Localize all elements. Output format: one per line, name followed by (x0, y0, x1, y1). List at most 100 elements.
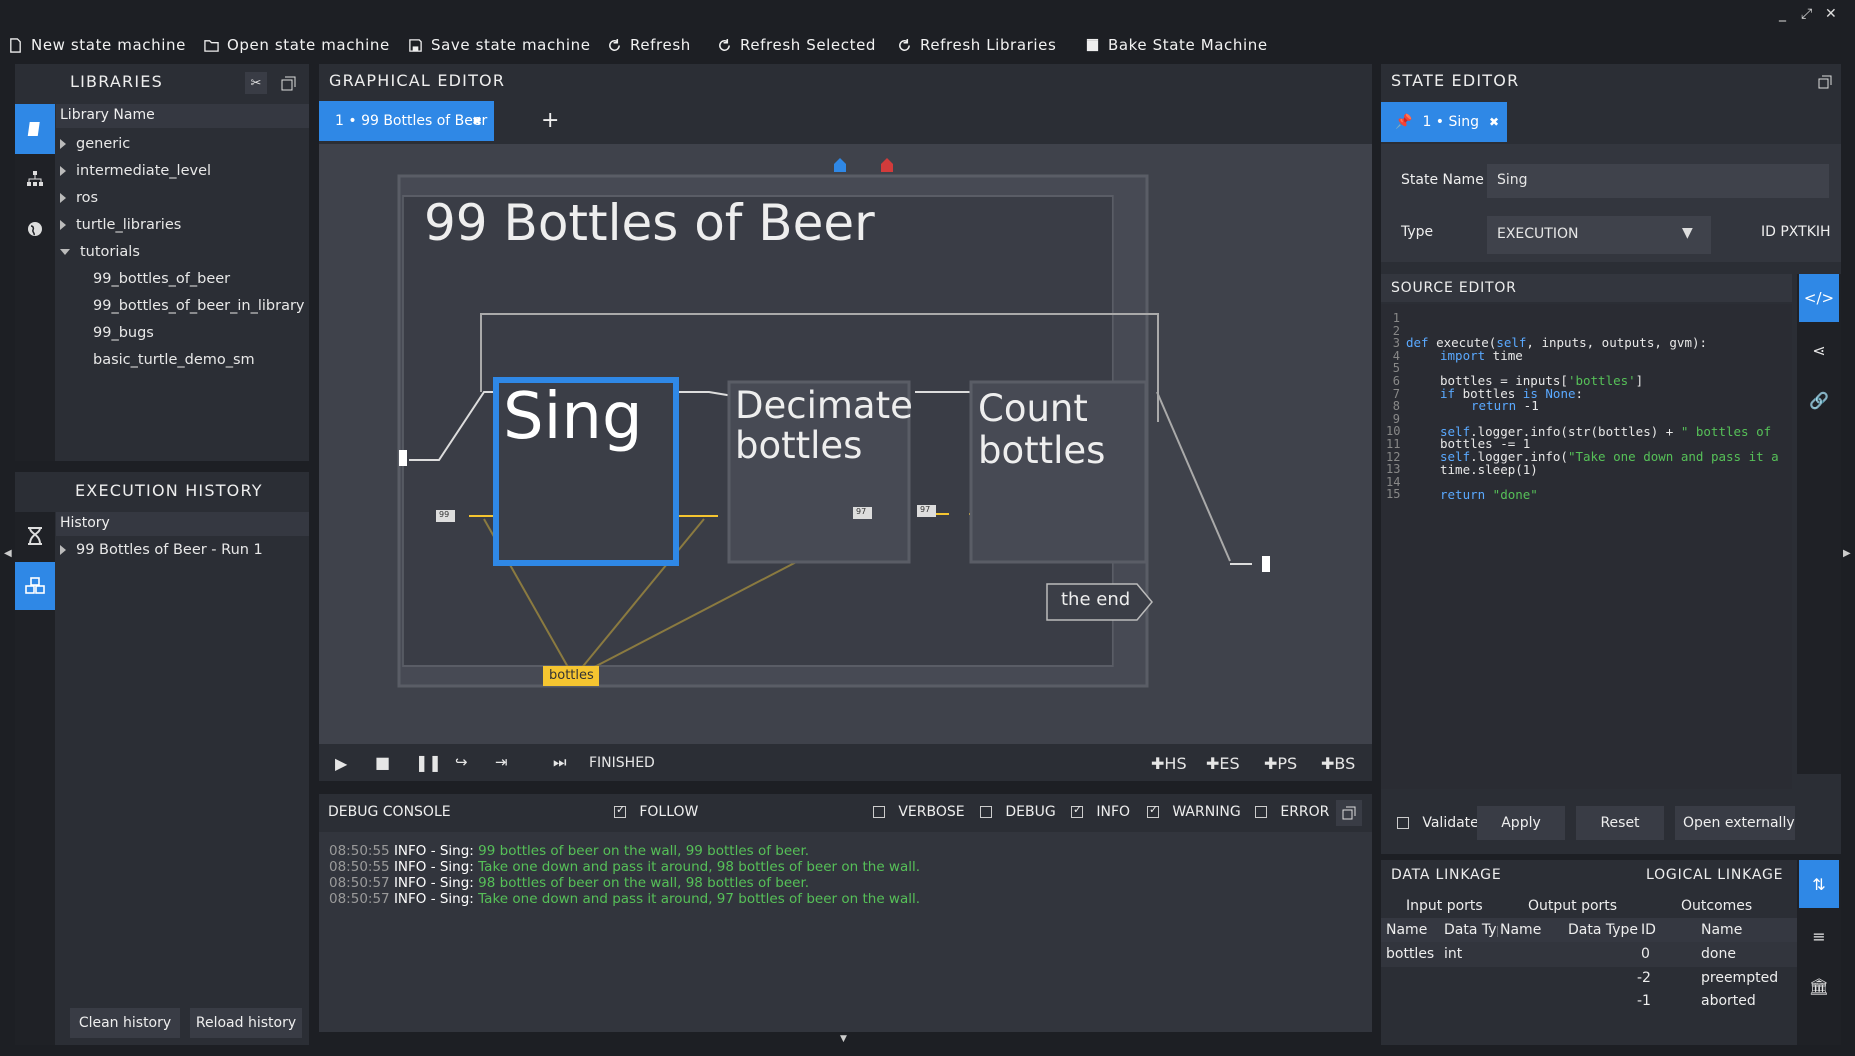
library-child-item[interactable]: 99_bugs (93, 325, 154, 341)
close-tab-icon[interactable]: ✖ (472, 114, 482, 128)
tab-99-bottles[interactable]: 1 • 99 Bottles of Beer ✖ (319, 101, 494, 141)
history-run-item[interactable]: 99 Bottles of Beer - Run 1 (60, 542, 263, 558)
scoped-variable-label[interactable]: bottles (549, 668, 594, 683)
library-book-tab[interactable] (15, 104, 55, 154)
open-externally-button[interactable]: Open externally (1675, 806, 1795, 840)
description-tab[interactable]: ≡ (1799, 912, 1839, 960)
add-es-button[interactable]: ✚ES (1206, 754, 1240, 773)
add-bs-button[interactable]: ✚BS (1321, 754, 1355, 773)
input-port-name[interactable]: bottles (1386, 946, 1434, 962)
minimize-icon[interactable]: _ (1779, 6, 1786, 22)
pin-icon[interactable]: ✂ (245, 72, 267, 94)
apply-button[interactable]: Apply (1477, 806, 1565, 840)
verbose-checkbox[interactable]: VERBOSE (873, 804, 965, 820)
collapse-bottom-icon[interactable]: ▼ (840, 1034, 847, 1044)
refresh-selected-button[interactable]: Refresh Selected (717, 36, 876, 54)
library-child-item[interactable]: basic_turtle_demo_sm (93, 352, 255, 368)
add-tab-icon[interactable]: + (541, 108, 559, 133)
state-end-label[interactable]: the end (1061, 589, 1130, 610)
state-count-label[interactable]: Count bottles (978, 388, 1105, 472)
outcomes-tab[interactable]: Outcomes (1681, 898, 1752, 914)
tab-sing[interactable]: 📌 1 • Sing ✖ (1381, 102, 1507, 142)
log-source: INFO - Sing: (393, 875, 474, 891)
add-hs-button[interactable]: ✚HS (1151, 754, 1187, 773)
pin-tab-icon[interactable]: 📌 (1395, 114, 1412, 130)
library-child-item[interactable]: 99_bottles_of_beer (93, 271, 230, 287)
save-state-machine-button[interactable]: Save state machine (408, 36, 591, 54)
library-child-item[interactable]: 99_bottles_of_beer_in_library (93, 298, 305, 314)
undock-icon[interactable] (277, 72, 299, 94)
library-tree-tab[interactable] (15, 154, 55, 204)
library-item-generic[interactable]: generic (60, 136, 130, 152)
refresh-button[interactable]: Refresh (607, 36, 691, 54)
count-line-1: Count (978, 387, 1088, 430)
new-state-machine-button[interactable]: New state machine (8, 36, 186, 54)
bake-state-machine-button[interactable]: Bake State Machine (1085, 36, 1268, 54)
clean-history-button[interactable]: Clean history (70, 1008, 180, 1038)
history-hourglass-tab[interactable] (15, 512, 55, 560)
library-item-intermediate-level[interactable]: intermediate_level (60, 163, 211, 179)
share-tab[interactable]: ⋖ (1799, 326, 1839, 374)
refresh-selected-label: Refresh Selected (740, 36, 877, 54)
semantic-tab[interactable]: 🏛 (1799, 962, 1839, 1010)
stop-icon[interactable]: ■ (375, 753, 390, 772)
step-over-icon[interactable]: ↪ (455, 753, 468, 771)
close-icon[interactable]: ✕ (1825, 6, 1837, 22)
add-es-label: ES (1219, 754, 1240, 773)
library-item-ros[interactable]: ros (60, 190, 98, 206)
pause-icon[interactable]: ❚❚ (415, 753, 442, 772)
output-ports-tab[interactable]: Output ports (1528, 898, 1617, 914)
input-ports-tab[interactable]: Input ports (1406, 898, 1483, 914)
add-ps-button[interactable]: ✚PS (1264, 754, 1297, 773)
outcome-name[interactable]: done (1701, 946, 1736, 962)
input-port-type[interactable]: int (1444, 946, 1462, 962)
source-editor-title: SOURCE EDITOR (1391, 280, 1517, 296)
outcome-id[interactable]: 0 (1641, 946, 1650, 962)
decimate-line-2: bottles (735, 424, 863, 467)
state-decimate-label[interactable]: Decimate bottles (735, 386, 913, 466)
state-machine-title: 99 Bottles of Beer (424, 194, 875, 252)
outcome-id[interactable]: -1 (1637, 993, 1651, 1009)
outcome-name[interactable]: aborted (1701, 993, 1756, 1009)
run-to-end-icon[interactable]: ⏭ (553, 753, 567, 771)
link-tab[interactable]: 🔗 (1799, 376, 1839, 424)
library-globe-tab[interactable] (15, 204, 55, 254)
outcome-id[interactable]: -2 (1637, 970, 1651, 986)
reload-history-button[interactable]: Reload history (190, 1008, 302, 1038)
share-icon: ⋖ (1812, 340, 1826, 360)
source-code-tab[interactable]: </> (1799, 274, 1839, 322)
play-icon[interactable]: ▶ (335, 754, 347, 773)
outcome-name[interactable]: preempted (1701, 970, 1778, 986)
debug-checkbox[interactable]: DEBUG (980, 804, 1056, 820)
type-select[interactable]: EXECUTION ▼ (1487, 216, 1711, 254)
warning-checkbox[interactable]: WARNING (1147, 803, 1241, 820)
decimate-line-1: Decimate (735, 384, 913, 427)
close-tab-icon[interactable]: ✖ (1489, 115, 1499, 129)
reset-button[interactable]: Reset (1576, 806, 1664, 840)
follow-checkbox[interactable]: FOLLOW (614, 803, 698, 820)
graph-canvas[interactable]: 99 Bottles of Beer Sing Decimate bottles … (319, 144, 1372, 748)
library-item-tutorials[interactable]: tutorials (60, 244, 140, 260)
add-hs-label: HS (1164, 754, 1187, 773)
library-item-turtle-libraries[interactable]: turtle_libraries (60, 217, 181, 233)
collapse-left-icon[interactable]: ◀ (4, 548, 12, 559)
collapse-right-icon[interactable]: ▶ (1843, 548, 1851, 559)
book-icon (27, 122, 40, 136)
undock-state-editor-icon[interactable] (1813, 70, 1837, 94)
data-linkage-tab[interactable]: ⇅ (1799, 860, 1839, 908)
validate-checkbox[interactable]: Validate (1397, 815, 1479, 831)
execution-history-panel: EXECUTION HISTORY History 99 Bottles of … (15, 472, 309, 1045)
history-cubes-tab[interactable] (15, 562, 55, 610)
state-name-input[interactable]: Sing (1487, 164, 1829, 198)
maximize-icon[interactable]: ⤢ (1801, 6, 1812, 22)
info-checkbox[interactable]: INFO (1071, 803, 1130, 820)
source-actions: Validate Apply Reset Open externally (1381, 802, 1797, 846)
open-state-machine-button[interactable]: Open state machine (204, 36, 390, 54)
step-into-icon[interactable]: ⇥ (495, 753, 508, 771)
refresh-libraries-button[interactable]: Refresh Libraries (897, 36, 1056, 54)
undock-console-icon[interactable] (1336, 800, 1362, 826)
history-header-label: History (60, 515, 110, 531)
error-checkbox[interactable]: ERROR (1255, 804, 1329, 820)
col-data-type-output: Data Type (1568, 922, 1639, 938)
state-sing-label[interactable]: Sing (503, 380, 643, 454)
